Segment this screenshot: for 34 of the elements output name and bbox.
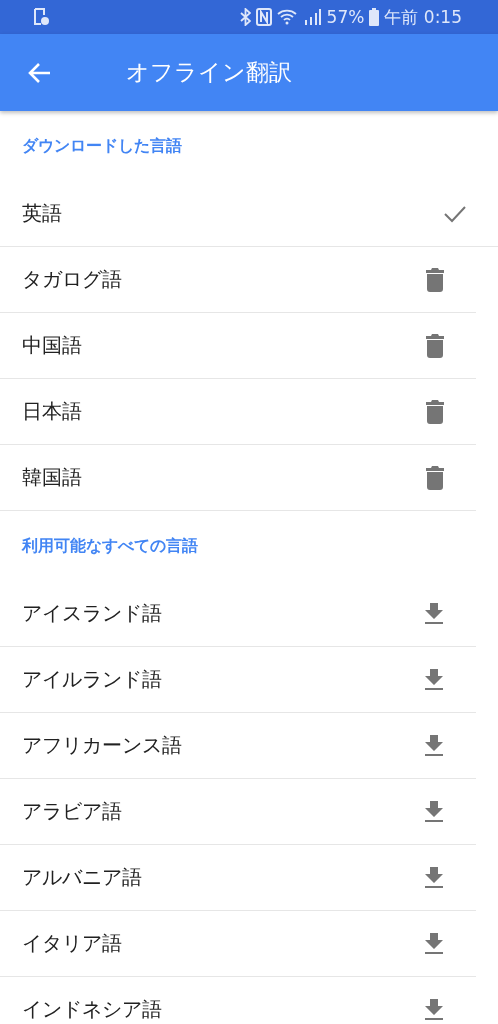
- download-button[interactable]: [424, 866, 444, 889]
- delete-button[interactable]: [426, 333, 444, 358]
- delete-button[interactable]: [426, 267, 444, 292]
- language-name[interactable]: 日本語: [22, 398, 82, 425]
- app-bar-title: オフライン翻訳: [126, 58, 292, 87]
- screen-clock-icon: [34, 8, 50, 26]
- download-button[interactable]: [424, 998, 444, 1021]
- language-name[interactable]: アイルランド語: [22, 666, 162, 693]
- download-button[interactable]: [424, 800, 444, 823]
- language-name[interactable]: タガログ語: [22, 266, 122, 293]
- language-name[interactable]: アフリカーンス語: [22, 732, 182, 759]
- delete-button[interactable]: [426, 465, 444, 490]
- language-name[interactable]: 英語: [22, 200, 62, 227]
- download-button[interactable]: [424, 734, 444, 757]
- nfc-icon: [255, 8, 272, 26]
- download-button[interactable]: [424, 602, 444, 625]
- download-button[interactable]: [424, 668, 444, 691]
- language-name[interactable]: アイスランド語: [22, 600, 162, 627]
- language-name[interactable]: アラビア語: [22, 798, 122, 825]
- battery-icon: [369, 8, 380, 26]
- language-name[interactable]: イタリア語: [22, 930, 122, 957]
- wifi-icon: [276, 9, 299, 25]
- battery-percent: 57%: [326, 7, 365, 27]
- signal-icon: [303, 9, 322, 25]
- language-name[interactable]: アルバニア語: [22, 864, 142, 891]
- section-header: 利用可能なすべての言語: [22, 535, 198, 557]
- delete-button[interactable]: [426, 399, 444, 424]
- language-name[interactable]: 中国語: [22, 332, 82, 359]
- bluetooth-icon: [239, 8, 251, 26]
- section-header: ダウンロードした言語: [22, 135, 182, 157]
- language-name[interactable]: インドネシア語: [22, 996, 162, 1023]
- clock-time: 午前 0:15: [384, 5, 462, 29]
- download-button[interactable]: [424, 932, 444, 955]
- language-name[interactable]: 韓国語: [22, 464, 82, 491]
